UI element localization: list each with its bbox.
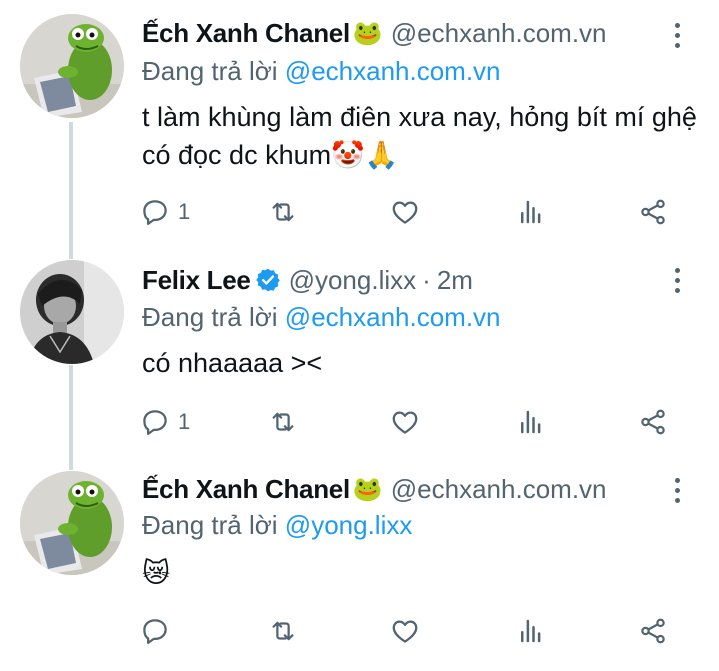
frog-emoji-icon: 🐸	[352, 19, 383, 47]
share-button[interactable]	[638, 192, 668, 232]
like-button[interactable]	[390, 192, 420, 232]
views-icon	[521, 410, 541, 434]
retweet-icon	[272, 621, 294, 641]
avatar[interactable]	[20, 260, 124, 364]
display-name[interactable]: Ếch Xanh Chanel	[142, 474, 350, 505]
views-button[interactable]	[516, 192, 546, 232]
replying-to: Đang trả lời @echxanh.com.vn	[142, 302, 501, 333]
reply-icon	[143, 410, 167, 435]
action-bar: 1	[140, 192, 680, 232]
like-button[interactable]	[390, 611, 420, 651]
tweet-header: Felix Lee @yong.lixx · 2m	[142, 260, 473, 300]
retweet-icon	[272, 412, 294, 432]
frog-emoji-icon: 🐸	[352, 475, 383, 503]
reply-button[interactable]	[140, 611, 170, 651]
views-button[interactable]	[516, 402, 546, 442]
action-bar: 1	[140, 402, 680, 442]
display-name[interactable]: Felix Lee	[142, 265, 251, 296]
tweet-header: Ếch Xanh Chanel 🐸 @echxanh.com.vn	[142, 13, 607, 53]
reply-mention-link[interactable]: @echxanh.com.vn	[285, 302, 501, 332]
thread-line	[69, 245, 73, 259]
avatar[interactable]	[20, 471, 124, 575]
kermit-avatar-image	[20, 14, 124, 118]
reply-prefix: Đang trả lời	[142, 56, 278, 86]
retweet-button[interactable]	[268, 611, 298, 651]
handle[interactable]: @echxanh.com.vn	[391, 18, 607, 49]
more-icon[interactable]	[665, 18, 689, 52]
reply-prefix: Đang trả lời	[142, 302, 278, 332]
share-icon	[641, 409, 665, 435]
verified-icon	[255, 268, 280, 292]
tweet-text: 😿	[142, 558, 171, 588]
share-button[interactable]	[638, 611, 668, 651]
tweet-1[interactable]: Ếch Xanh Chanel 🐸 @echxanh.com.vn Đang t…	[0, 0, 719, 245]
timestamp[interactable]: 2m	[437, 265, 473, 296]
handle[interactable]: @yong.lixx	[289, 265, 417, 296]
retweet-button[interactable]	[268, 402, 298, 442]
more-icon[interactable]	[665, 473, 689, 507]
felix-avatar-image	[20, 260, 124, 364]
action-bar	[140, 611, 680, 651]
replying-to: Đang trả lời @echxanh.com.vn	[142, 56, 501, 87]
retweet-icon	[272, 202, 294, 222]
reply-count: 1	[178, 409, 191, 434]
like-icon	[392, 201, 418, 224]
kermit-avatar-image	[20, 471, 124, 575]
reply-mention-link[interactable]: @yong.lixx	[285, 510, 413, 540]
thread-line	[69, 365, 73, 460]
tweet-text: t làm khùng làm điên xưa nay, hỏng bít m…	[142, 102, 697, 170]
thread-line	[69, 460, 73, 470]
reply-button[interactable]: 1	[140, 192, 190, 232]
reply-prefix: Đang trả lời	[142, 510, 278, 540]
replying-to: Đang trả lời @yong.lixx	[142, 510, 412, 541]
tweet-text: có nhaaaaa ><	[142, 348, 323, 378]
tweet-header: Ếch Xanh Chanel 🐸 @echxanh.com.vn	[142, 469, 607, 509]
views-icon	[521, 200, 541, 224]
separator: ·	[422, 264, 431, 295]
share-icon	[641, 199, 665, 225]
reply-icon	[143, 619, 167, 644]
share-icon	[641, 618, 665, 644]
tweet-2[interactable]: Felix Lee @yong.lixx · 2m Đang trả lời @…	[0, 245, 719, 460]
like-button[interactable]	[390, 402, 420, 442]
views-icon	[521, 619, 541, 643]
reply-button[interactable]: 1	[140, 402, 190, 442]
reply-count: 1	[178, 199, 191, 224]
more-icon[interactable]	[665, 263, 689, 297]
reply-icon	[143, 200, 167, 225]
share-button[interactable]	[638, 402, 668, 442]
retweet-button[interactable]	[268, 192, 298, 232]
views-button[interactable]	[516, 611, 546, 651]
display-name[interactable]: Ếch Xanh Chanel	[142, 18, 350, 49]
tweet-3[interactable]: Ếch Xanh Chanel 🐸 @echxanh.com.vn Đang t…	[0, 460, 719, 671]
like-icon	[392, 620, 418, 643]
thread-line	[69, 122, 73, 245]
like-icon	[392, 411, 418, 434]
handle[interactable]: @echxanh.com.vn	[391, 474, 607, 505]
avatar[interactable]	[20, 14, 124, 118]
reply-mention-link[interactable]: @echxanh.com.vn	[285, 56, 501, 86]
